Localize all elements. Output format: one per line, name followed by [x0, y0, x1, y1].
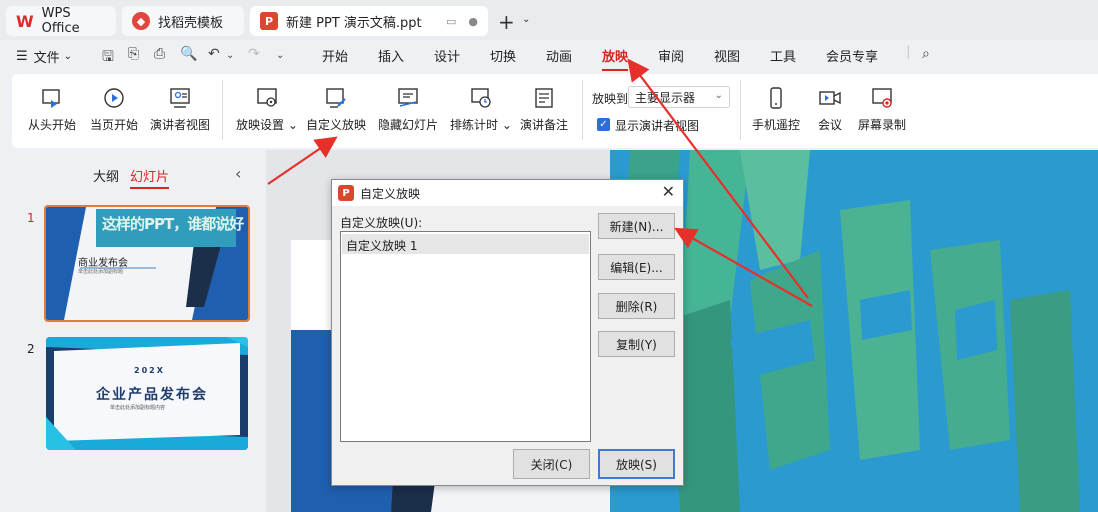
play-from-start-icon [42, 89, 60, 108]
slide-thumbnail-2[interactable]: 202X 企业产品发布会 单击此处添加副标题内容 [46, 337, 248, 450]
hide-slide-icon [398, 88, 418, 107]
speaker-notes-icon [535, 88, 553, 108]
presenter-view-checkbox-label: 显示演讲者视图 [615, 119, 700, 133]
redo-icon[interactable]: ↷ [248, 46, 260, 62]
tab-design[interactable]: 设计 [434, 46, 460, 65]
tab-insert[interactable]: 插入 [378, 46, 404, 65]
tab-tools[interactable]: 工具 [770, 46, 796, 65]
tab-view[interactable]: 视图 [714, 46, 740, 65]
tab-slides[interactable]: 幻灯片 [130, 166, 170, 189]
divider [740, 80, 741, 140]
phone-remote-icon [770, 87, 782, 109]
chevron-down-icon: ⌄ [714, 90, 723, 101]
meeting-button[interactable]: 会议 [818, 86, 842, 133]
slide-1-title: 商业发布会 [78, 258, 128, 269]
custom-show-list[interactable]: 自定义放映 1 [340, 231, 591, 442]
custom-show-button[interactable]: 自定义放映 [306, 86, 366, 133]
phone-remote-button[interactable]: 手机遥控 [752, 86, 800, 133]
tab-home[interactable]: 开始 [322, 46, 348, 65]
close-icon[interactable]: ✕ [662, 182, 675, 201]
dialog-title-bar[interactable]: P 自定义放映 [332, 180, 683, 206]
copy-button[interactable]: 复制(Y) [598, 331, 675, 357]
file-menu-button[interactable]: ☰ 文件 ⌄ [16, 46, 72, 66]
tab-docer-templates[interactable]: ◆ 找稻壳模板 [122, 6, 244, 36]
slide-1-banner-text: 这样的PPT，谁都说好 [102, 215, 244, 233]
wps-logo-icon: W [16, 11, 34, 31]
tab-review[interactable]: 审阅 [658, 46, 684, 65]
speaker-notes-button[interactable]: 演讲备注 [520, 86, 568, 133]
unsaved-dot-icon: ● [468, 14, 478, 28]
divider: | [906, 44, 911, 60]
custom-show-dialog: P 自定义放映 ✕ 自定义放映(U): 自定义放映 1 新建(N)... 编辑(… [331, 179, 684, 486]
delete-button[interactable]: 删除(R) [598, 293, 675, 319]
slide-number: 1 [27, 211, 35, 225]
slide-thumbnail-1[interactable]: 这样的PPT，谁都说好 商业发布会 单击此处添加副标题 [44, 205, 250, 322]
menu-bar: ☰ 文件 ⌄ 🖫 ⎘ ⎙ 🔍 ↶ ⌄ ↷ ⌄ 开始 插入 设计 切换 动画 放映… [0, 40, 1098, 72]
show-on-label: 放映到 [592, 92, 629, 106]
edit-button[interactable]: 编辑(E)... [598, 254, 675, 280]
dialog-title: 自定义放映 [360, 186, 421, 201]
slide-1-subtitle: 单击此处添加副标题 [78, 269, 124, 275]
screen-record-icon [872, 88, 892, 108]
list-item[interactable]: 自定义放映 1 [342, 234, 589, 254]
tab-member[interactable]: 会员专享 [826, 46, 878, 65]
tab-label: 新建 PPT 演示文稿.ppt [286, 15, 422, 31]
show-on-select[interactable]: 主要显示器 ⌄ [628, 86, 730, 108]
new-tab-icon[interactable]: + [498, 10, 515, 34]
tab-current-document[interactable]: P 新建 PPT 演示文稿.ppt ▭ ● [250, 6, 488, 36]
ppt-file-icon: P [260, 12, 278, 30]
window-tab-bar: W WPS Office ◆ 找稻壳模板 P 新建 PPT 演示文稿.ppt ▭… [0, 0, 1098, 40]
slideshow-settings-button[interactable]: 放映设置 ⌄ [236, 86, 298, 133]
slide-2-subtitle: 单击此处添加副标题内容 [110, 405, 166, 411]
slide-number: 2 [27, 342, 35, 356]
undo-icon[interactable]: ↶ [208, 46, 220, 62]
slide-2-year: 202X [134, 366, 165, 375]
divider [582, 80, 583, 140]
collapse-panel-icon[interactable]: ‹ [235, 164, 241, 183]
slide-2-title: 企业产品发布会 [96, 387, 208, 403]
slideshow-settings-icon [257, 88, 277, 107]
presenter-view-icon [170, 88, 190, 108]
print-icon[interactable]: ⎙ [154, 46, 165, 62]
window-mode-icon[interactable]: ▭ [446, 15, 456, 28]
new-button[interactable]: 新建(N)... [598, 213, 675, 239]
ppt-app-icon: P [338, 185, 354, 201]
tab-wps-office[interactable]: W WPS Office [6, 6, 116, 36]
search-icon[interactable]: ⌕ [922, 46, 930, 62]
custom-show-icon [326, 88, 346, 108]
tab-label: WPS Office [41, 6, 80, 36]
play-current-icon [104, 88, 124, 108]
hamburger-icon: ☰ [16, 48, 28, 64]
chevron-down-icon: ⌄ [63, 50, 73, 62]
play-from-start-button[interactable]: 从头开始 [28, 86, 76, 133]
divider [222, 80, 223, 140]
tab-transitions[interactable]: 切换 [490, 46, 516, 65]
chevron-down-icon[interactable]: ⌄ [522, 14, 530, 25]
docer-icon: ◆ [132, 12, 150, 30]
export-pdf-icon[interactable]: ⎘ [128, 46, 139, 62]
custom-show-list-label: 自定义放映(U): [340, 216, 423, 230]
tab-outline[interactable]: 大纲 [93, 166, 119, 185]
presenter-view-checkbox[interactable]: ✓ [597, 118, 610, 131]
rehearse-timing-button[interactable]: 排练计时 ⌄ [450, 86, 512, 133]
chevron-down-icon[interactable]: ⌄ [226, 50, 234, 61]
meeting-icon [819, 91, 841, 105]
chevron-down-icon[interactable]: ⌄ [276, 50, 284, 61]
close-button[interactable]: 关闭(C) [513, 449, 590, 479]
hide-slide-button[interactable]: 隐藏幻灯片 [378, 86, 438, 133]
save-icon[interactable]: 🖫 [102, 46, 114, 70]
tab-slideshow[interactable]: 放映 [602, 46, 629, 71]
presenter-view-button[interactable]: 演讲者视图 [150, 86, 210, 133]
play-current-button[interactable]: 当页开始 [90, 86, 138, 133]
show-button[interactable]: 放映(S) [598, 449, 675, 479]
tab-label: 找稻壳模板 [158, 15, 224, 31]
screen-record-button[interactable]: 屏幕录制 [858, 86, 906, 133]
print-preview-icon[interactable]: 🔍 [180, 46, 197, 62]
tab-animations[interactable]: 动画 [546, 46, 572, 65]
rehearse-timing-icon [471, 88, 491, 108]
